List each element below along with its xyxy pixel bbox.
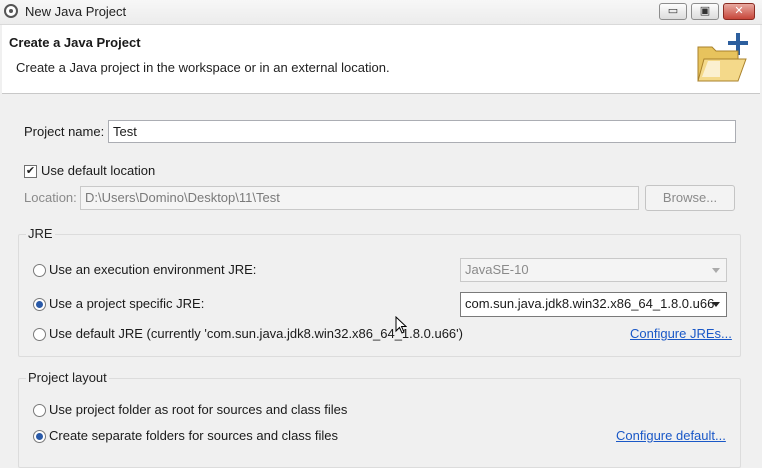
jre-group-title: JRE	[26, 226, 55, 241]
page-description: Create a Java project in the workspace o…	[16, 60, 390, 75]
location-input[interactable]: D:\Users\Domino\Desktop\11\Test	[80, 186, 639, 210]
project-specific-jre-value: com.sun.java.jdk8.win32.x86_64_1.8.0.u66	[465, 296, 715, 311]
jre-execution-environment-radio[interactable]	[33, 264, 46, 277]
new-java-project-folder-icon	[697, 33, 748, 82]
eclipse-app-icon	[4, 4, 18, 18]
execution-environment-select[interactable]: JavaSE-10	[460, 258, 727, 282]
use-default-location-checkbox[interactable]: ✔	[24, 165, 37, 178]
chevron-down-icon	[712, 302, 720, 307]
project-name-input[interactable]: Test	[108, 120, 736, 143]
maximize-button[interactable]: ▣	[691, 3, 719, 20]
wizard-banner: Create a Java Project Create a Java proj…	[2, 25, 760, 94]
project-name-label: Project name:	[24, 124, 105, 139]
jre-project-specific-radio[interactable]	[33, 298, 46, 311]
layout-separate-folders-label: Create separate folders for sources and …	[49, 428, 339, 443]
mouse-cursor-icon	[395, 316, 407, 334]
jre-default-radio[interactable]	[33, 328, 46, 341]
project-layout-group	[18, 378, 741, 468]
browse-button[interactable]: Browse...	[645, 185, 735, 211]
layout-project-root-label: Use project folder as root for sources a…	[49, 402, 348, 417]
jre-project-specific-label: Use a project specific JRE:	[49, 296, 205, 311]
chevron-down-icon	[712, 268, 720, 273]
page-title: Create a Java Project	[9, 35, 141, 50]
configure-jres-link[interactable]: Configure JREs...	[630, 326, 732, 341]
project-layout-group-title: Project layout	[26, 370, 109, 385]
use-default-location-label: Use default location	[41, 163, 156, 178]
execution-environment-value: JavaSE-10	[465, 262, 529, 277]
close-button[interactable]: ✕	[723, 3, 755, 20]
configure-default-link[interactable]: Configure default...	[616, 428, 726, 443]
window-title: New Java Project	[25, 4, 127, 19]
layout-separate-folders-radio[interactable]	[33, 430, 46, 443]
location-label: Location:	[24, 190, 77, 205]
project-specific-jre-select[interactable]: com.sun.java.jdk8.win32.x86_64_1.8.0.u66	[460, 292, 727, 317]
jre-execution-environment-label: Use an execution environment JRE:	[49, 262, 257, 277]
minimize-button[interactable]: ▭	[659, 3, 687, 20]
title-bar: New Java Project ▭ ▣ ✕	[0, 0, 762, 25]
layout-project-root-radio[interactable]	[33, 404, 46, 417]
